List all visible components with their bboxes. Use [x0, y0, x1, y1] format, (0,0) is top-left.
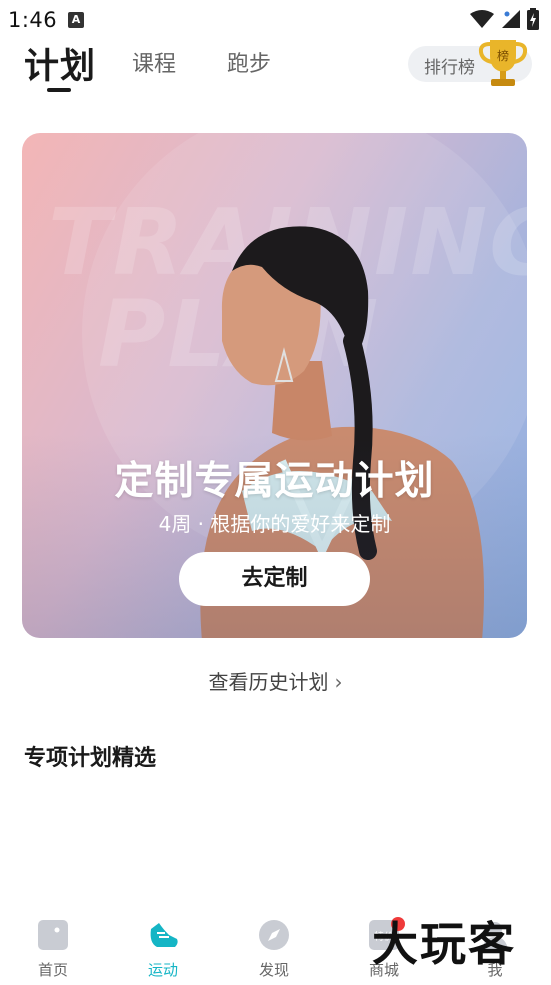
hero-title: 定制专属运动计划	[114, 459, 435, 504]
trophy-text: 榜	[497, 48, 509, 63]
tab-course[interactable]: 课程	[132, 46, 176, 78]
custom-plan-card[interactable]: TRAINING PLAN 定制专属运动计划 4周 · 根据你的爱好来定制 去定…	[22, 133, 527, 638]
customize-button[interactable]: 去定制	[179, 552, 370, 606]
watermark: 大玩客	[372, 917, 516, 971]
nav-label-home: 首页	[37, 961, 68, 979]
chevron-right-icon: ›	[334, 670, 343, 694]
section-title: 专项计划精选	[24, 746, 157, 771]
compass-icon	[259, 920, 289, 950]
status-bar: 1:46 A	[0, 0, 551, 38]
sneaker-icon	[150, 923, 178, 947]
leaderboard-label: 排行榜	[424, 58, 475, 78]
tab-plan[interactable]: 计划	[24, 38, 96, 89]
nav-label-sport: 运动	[147, 961, 178, 979]
nav-item-home[interactable]: 首页	[18, 919, 88, 980]
trophy-icon: 榜	[478, 40, 528, 86]
notification-a-icon: A	[68, 12, 84, 28]
wifi-icon	[470, 10, 494, 28]
top-tabs: 计划 课程 跑步 排行榜 榜	[0, 38, 551, 96]
tab-run[interactable]: 跑步	[227, 46, 271, 78]
status-icons	[469, 8, 539, 30]
history-plans-label: 查看历史计划	[208, 670, 329, 694]
signal-icon	[502, 10, 520, 28]
nav-item-discover[interactable]: 发现	[239, 919, 309, 980]
nav-label-discover: 发现	[258, 961, 289, 979]
battery-icon	[527, 8, 539, 30]
leaderboard-button[interactable]: 排行榜 榜	[408, 40, 532, 86]
history-plans-link[interactable]: 查看历史计划 ›	[0, 666, 551, 695]
home-icon	[38, 920, 68, 950]
status-time: 1:46	[8, 8, 58, 32]
tab-active-indicator	[47, 88, 71, 92]
hero-subtitle: 4周 · 根据你的爱好来定制	[158, 512, 391, 536]
nav-item-sport[interactable]: 运动	[128, 919, 198, 980]
